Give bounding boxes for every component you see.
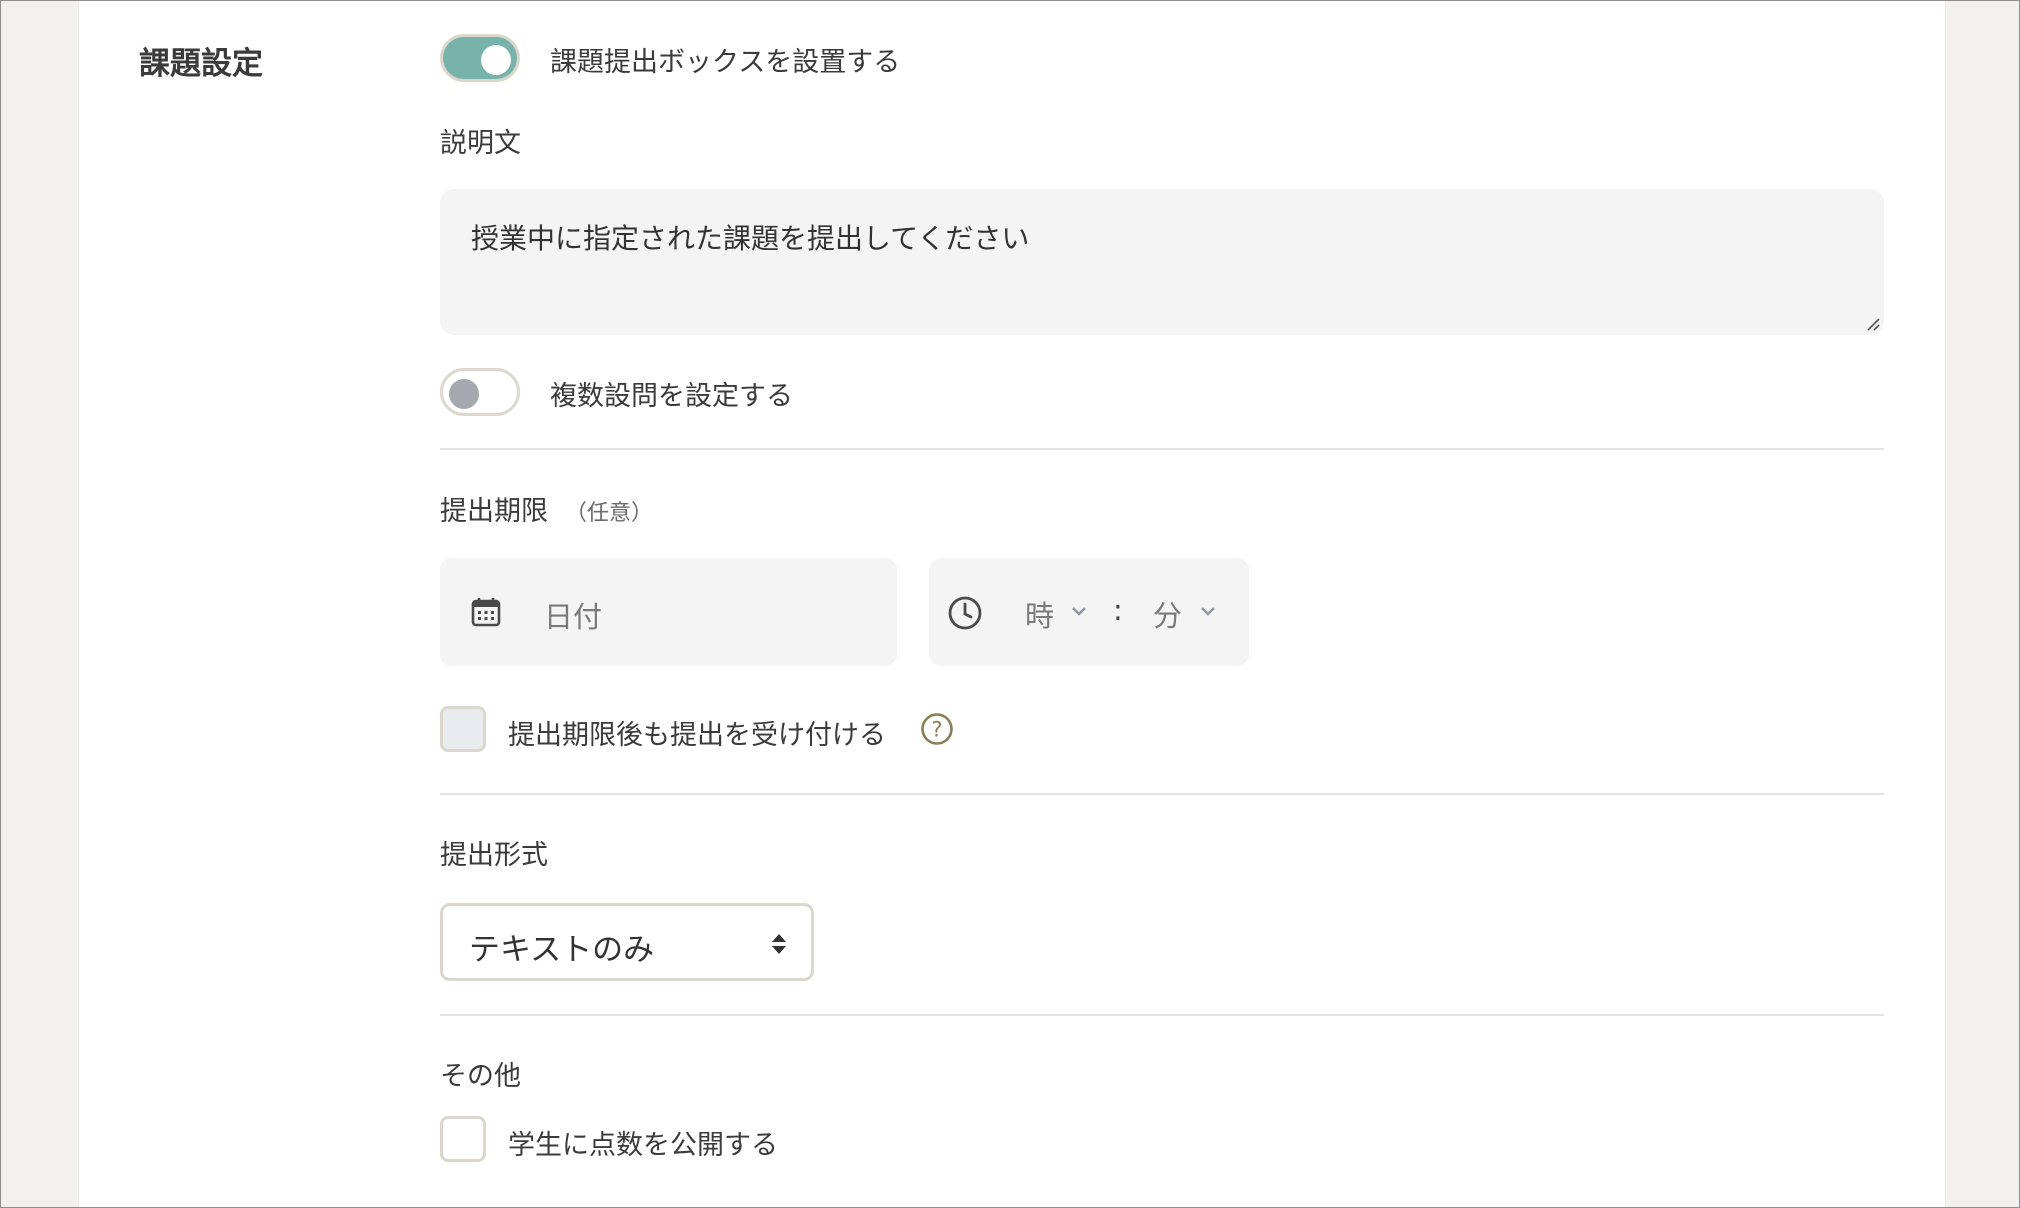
- toggle-knob: [449, 379, 479, 409]
- help-glyph: ?: [931, 718, 942, 742]
- help-circle-icon[interactable]: ?: [920, 712, 954, 746]
- clock-icon: [948, 596, 982, 630]
- sort-arrows-icon: [772, 934, 786, 954]
- multiple-questions-label: 複数設問を設定する: [550, 381, 793, 412]
- format-select[interactable]: テキストのみ: [440, 903, 814, 981]
- divider: [440, 1014, 1884, 1016]
- late-accept-checkbox[interactable]: [440, 706, 486, 752]
- format-selected-value: テキストのみ: [469, 932, 655, 968]
- publish-scores-checkbox[interactable]: [440, 1116, 486, 1162]
- optional-note: （任意）: [565, 501, 654, 526]
- time-input[interactable]: 時 : 分: [929, 558, 1249, 666]
- description-textarea[interactable]: 授業中に指定された課題を提出してください: [440, 189, 1884, 335]
- chevron-down-icon: [1072, 607, 1086, 616]
- resize-grip-icon[interactable]: [1866, 317, 1880, 331]
- format-label: 提出形式: [440, 840, 548, 871]
- deadline-label: 提出期限: [440, 496, 548, 527]
- chevron-down-icon: [1201, 607, 1215, 616]
- other-label: その他: [440, 1061, 521, 1092]
- toggle-knob: [481, 45, 511, 75]
- divider: [440, 793, 1884, 795]
- submission-box-label: 課題提出ボックスを設置する: [550, 47, 901, 78]
- minute-placeholder: 分: [1153, 599, 1183, 633]
- publish-scores-label: 学生に点数を公開する: [508, 1130, 778, 1161]
- late-accept-label: 提出期限後も提出を受け付ける: [508, 720, 886, 751]
- multiple-questions-toggle[interactable]: [440, 368, 520, 416]
- calendar-icon: [471, 598, 501, 627]
- divider: [440, 448, 1884, 450]
- date-placeholder: 日付: [544, 600, 603, 634]
- date-input[interactable]: 日付: [440, 558, 897, 666]
- section-title: 課題設定: [139, 46, 263, 82]
- hour-placeholder: 時: [1025, 599, 1055, 633]
- description-text: 授業中に指定された課題を提出してください: [471, 222, 1030, 255]
- time-separator: :: [1113, 593, 1123, 627]
- description-label: 説明文: [440, 128, 521, 159]
- submission-box-toggle[interactable]: [440, 34, 520, 82]
